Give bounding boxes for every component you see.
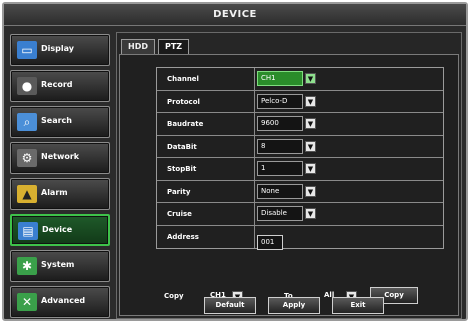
device-window: DEVICE ▭ Display ● Record ⌕ Search ⚙ Net… (2, 2, 468, 321)
chevron-down-icon[interactable]: ▼ (305, 95, 316, 107)
protocol-label: Protocol (157, 90, 255, 112)
sidebar-item-label: System (41, 260, 75, 269)
baudrate-row: Baudrate 9600 ▼ (157, 113, 443, 136)
channel-row: Channel CH1 ▼ (157, 68, 443, 91)
databit-select[interactable]: 8 (257, 138, 303, 154)
magnifier-icon: ⌕ (17, 113, 37, 131)
protocol-row: Protocol Pelco-D ▼ (157, 90, 443, 113)
sidebar-item-label: Search (41, 116, 72, 125)
settings-panel: HDD PTZ Channel CH1▼ Protocol Pelco-D▼ (116, 32, 462, 319)
sidebar-item-search[interactable]: ⌕ Search (10, 106, 110, 138)
sidebar: ▭ Display ● Record ⌕ Search ⚙ Network ▲ … (10, 34, 110, 322)
chevron-down-icon[interactable]: ▼ (305, 208, 316, 219)
ptz-panel: Channel CH1 ▼ Protocol Pelco-D ▼ Baudrate … (119, 54, 459, 316)
sidebar-item-label: Record (41, 80, 73, 89)
sidebar-item-device[interactable]: ▤ Device (10, 214, 110, 246)
sidebar-item-label: Display (41, 44, 74, 53)
default-button[interactable]: Default (204, 297, 256, 314)
device-icon: ▤ (18, 222, 38, 240)
cruise-select[interactable]: Disable (257, 206, 303, 221)
address-input[interactable]: 001 (257, 234, 283, 250)
tab-bar: HDD PTZ (121, 39, 192, 55)
channel-select[interactable]: CH1 (257, 71, 303, 86)
cruise-label: Cruise (157, 203, 255, 225)
protocol-select[interactable]: Pelco-D (257, 93, 303, 109)
channel-label: Channel (157, 68, 255, 90)
databit-row: DataBit 8 ▼ (157, 135, 443, 158)
sidebar-item-record[interactable]: ● Record (10, 70, 110, 102)
tab-hdd[interactable]: HDD (121, 39, 155, 54)
baudrate-select[interactable]: 9600 (257, 116, 303, 131)
sidebar-item-alarm[interactable]: ▲ Alarm (10, 178, 110, 210)
alarm-icon: ▲ (17, 185, 37, 203)
parity-label: Parity (157, 180, 255, 202)
apply-button[interactable]: Apply (268, 297, 320, 314)
parity-select[interactable]: None (257, 183, 303, 199)
chevron-down-icon[interactable]: ▼ (305, 118, 316, 129)
ptz-settings-table: Channel CH1 ▼ Protocol Pelco-D ▼ Baudrate … (156, 67, 444, 250)
system-icon: ✱ (17, 257, 37, 275)
stopbit-select[interactable]: 1 (257, 161, 303, 176)
action-bar: Default Apply Exit (4, 297, 466, 319)
window-title: DEVICE (4, 4, 466, 26)
chevron-down-icon[interactable]: ▼ (305, 73, 316, 84)
monitor-icon: ▭ (17, 41, 37, 59)
chevron-down-icon[interactable]: ▼ (305, 140, 316, 152)
sidebar-item-label: Network (41, 152, 80, 161)
sidebar-item-label: Device (42, 225, 73, 234)
network-icon: ⚙ (17, 149, 37, 167)
tab-ptz[interactable]: PTZ (157, 39, 190, 54)
chevron-down-icon[interactable]: ▼ (305, 185, 316, 197)
baudrate-label: Baudrate (157, 113, 255, 135)
camera-icon: ● (17, 77, 37, 95)
sidebar-item-network[interactable]: ⚙ Network (10, 142, 110, 174)
address-label: Address (157, 225, 255, 248)
stopbit-label: StopBit (157, 158, 255, 180)
parity-row: Parity None ▼ (157, 180, 443, 203)
address-row: Address 001 (157, 225, 443, 250)
sidebar-item-display[interactable]: ▭ Display (10, 34, 110, 66)
cruise-row: Cruise Disable ▼ (157, 203, 443, 226)
chevron-down-icon[interactable]: ▼ (305, 163, 316, 174)
stopbit-row: StopBit 1 ▼ (157, 158, 443, 181)
databit-label: DataBit (157, 135, 255, 157)
exit-button[interactable]: Exit (332, 297, 384, 314)
sidebar-item-system[interactable]: ✱ System (10, 250, 110, 282)
sidebar-item-label: Alarm (41, 188, 68, 197)
